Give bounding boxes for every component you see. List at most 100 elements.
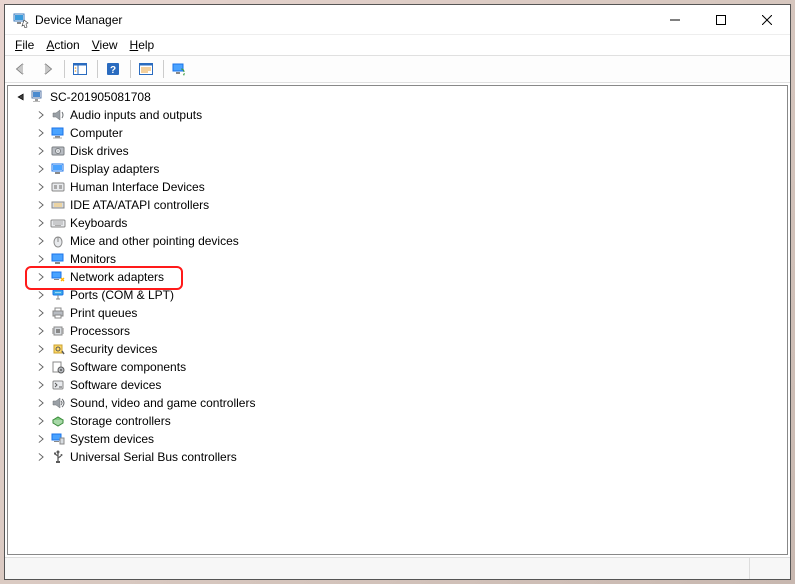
tree-item-hid[interactable]: Human Interface Devices — [12, 178, 787, 196]
tree-item-ports[interactable]: Ports (COM & LPT) — [12, 286, 787, 304]
tree-item-usb[interactable]: Universal Serial Bus controllers — [12, 448, 787, 466]
chevron-right-icon[interactable] — [34, 108, 48, 122]
tree-item-computer[interactable]: Computer — [12, 124, 787, 142]
toolbar-separator — [163, 60, 164, 78]
tree-item-display[interactable]: Display adapters — [12, 160, 787, 178]
disk-icon — [50, 143, 66, 159]
window-title: Device Manager — [35, 13, 652, 27]
computer-icon — [30, 89, 46, 105]
sound-icon — [50, 395, 66, 411]
show-hide-tree-button[interactable] — [68, 58, 92, 80]
titlebar[interactable]: Device Manager — [5, 5, 790, 35]
tree-item-label: Monitors — [70, 252, 116, 266]
tree-item-monitor[interactable]: Monitors — [12, 250, 787, 268]
app-icon — [13, 12, 29, 28]
display-icon — [50, 161, 66, 177]
tree-item-label: Universal Serial Bus controllers — [70, 450, 237, 464]
tree-item-label: Human Interface Devices — [70, 180, 205, 194]
chevron-right-icon[interactable] — [34, 378, 48, 392]
swdev-icon — [50, 377, 66, 393]
tree-item-printer[interactable]: Print queues — [12, 304, 787, 322]
network-icon — [50, 269, 66, 285]
properties-button[interactable] — [134, 58, 158, 80]
chevron-right-icon[interactable] — [34, 180, 48, 194]
system-icon — [50, 431, 66, 447]
device-tree[interactable]: SC-201905081708 Audio inputs and outputs C… — [7, 85, 788, 555]
tree-item-label: Mice and other pointing devices — [70, 234, 239, 248]
chevron-down-icon[interactable] — [14, 90, 28, 104]
tree-item-label: Security devices — [70, 342, 157, 356]
chevron-right-icon[interactable] — [34, 360, 48, 374]
tree-item-label: Ports (COM & LPT) — [70, 288, 174, 302]
security-icon — [50, 341, 66, 357]
scan-hardware-button[interactable] — [167, 58, 191, 80]
tree-item-label: Audio inputs and outputs — [70, 108, 202, 122]
computer-icon — [50, 125, 66, 141]
tree-item-ide[interactable]: IDE ATA/ATAPI controllers — [12, 196, 787, 214]
chevron-right-icon[interactable] — [34, 342, 48, 356]
close-button[interactable] — [744, 5, 790, 34]
chevron-right-icon[interactable] — [34, 144, 48, 158]
keyboard-icon — [50, 215, 66, 231]
tree-item-sound[interactable]: Sound, video and game controllers — [12, 394, 787, 412]
tree-item-network[interactable]: Network adapters — [12, 268, 787, 286]
audio-icon — [50, 107, 66, 123]
chevron-right-icon[interactable] — [34, 306, 48, 320]
storage-icon — [50, 413, 66, 429]
chevron-right-icon[interactable] — [34, 162, 48, 176]
mouse-icon — [50, 233, 66, 249]
chevron-right-icon[interactable] — [34, 414, 48, 428]
menu-view[interactable]: View — [86, 36, 124, 54]
tree-item-cpu[interactable]: Processors — [12, 322, 787, 340]
chevron-right-icon[interactable] — [34, 252, 48, 266]
chevron-right-icon[interactable] — [34, 432, 48, 446]
tree-item-keyboard[interactable]: Keyboards — [12, 214, 787, 232]
ide-icon — [50, 197, 66, 213]
chevron-right-icon[interactable] — [34, 396, 48, 410]
svg-text:?: ? — [110, 65, 116, 76]
chevron-right-icon[interactable] — [34, 288, 48, 302]
tree-item-label: Software components — [70, 360, 186, 374]
tree-item-security[interactable]: Security devices — [12, 340, 787, 358]
tree-item-storage[interactable]: Storage controllers — [12, 412, 787, 430]
usb-icon — [50, 449, 66, 465]
tree-item-disk[interactable]: Disk drives — [12, 142, 787, 160]
chevron-right-icon[interactable] — [34, 450, 48, 464]
tree-item-label: Network adapters — [70, 270, 164, 284]
menu-file[interactable]: File — [9, 36, 40, 54]
menu-action[interactable]: Action — [40, 36, 85, 54]
tree-item-label: Keyboards — [70, 216, 127, 230]
toolbar-separator — [130, 60, 131, 78]
monitor-icon — [50, 251, 66, 267]
swcomp-icon — [50, 359, 66, 375]
chevron-right-icon[interactable] — [34, 126, 48, 140]
tree-item-swdev[interactable]: Software devices — [12, 376, 787, 394]
help-button[interactable]: ? — [101, 58, 125, 80]
tree-root-node[interactable]: SC-201905081708 — [12, 88, 787, 106]
toolbar: ? — [5, 55, 790, 83]
tree-item-label: Storage controllers — [70, 414, 171, 428]
window-controls — [652, 5, 790, 34]
minimize-button[interactable] — [652, 5, 698, 34]
forward-button[interactable] — [35, 58, 59, 80]
chevron-right-icon[interactable] — [34, 198, 48, 212]
maximize-button[interactable] — [698, 5, 744, 34]
tree-item-label: Software devices — [70, 378, 161, 392]
tree-item-system[interactable]: System devices — [12, 430, 787, 448]
tree-item-audio[interactable]: Audio inputs and outputs — [12, 106, 787, 124]
tree-item-mouse[interactable]: Mice and other pointing devices — [12, 232, 787, 250]
back-button[interactable] — [9, 58, 33, 80]
tree-root-label: SC-201905081708 — [50, 90, 151, 104]
toolbar-separator — [64, 60, 65, 78]
chevron-right-icon[interactable] — [34, 216, 48, 230]
chevron-right-icon[interactable] — [34, 324, 48, 338]
hid-icon — [50, 179, 66, 195]
chevron-right-icon[interactable] — [34, 270, 48, 284]
toolbar-separator — [97, 60, 98, 78]
menubar: File Action View Help — [5, 35, 790, 55]
tree-item-swcomp[interactable]: Software components — [12, 358, 787, 376]
chevron-right-icon[interactable] — [34, 234, 48, 248]
printer-icon — [50, 305, 66, 321]
menu-help[interactable]: Help — [124, 36, 161, 54]
statusbar — [5, 557, 790, 579]
